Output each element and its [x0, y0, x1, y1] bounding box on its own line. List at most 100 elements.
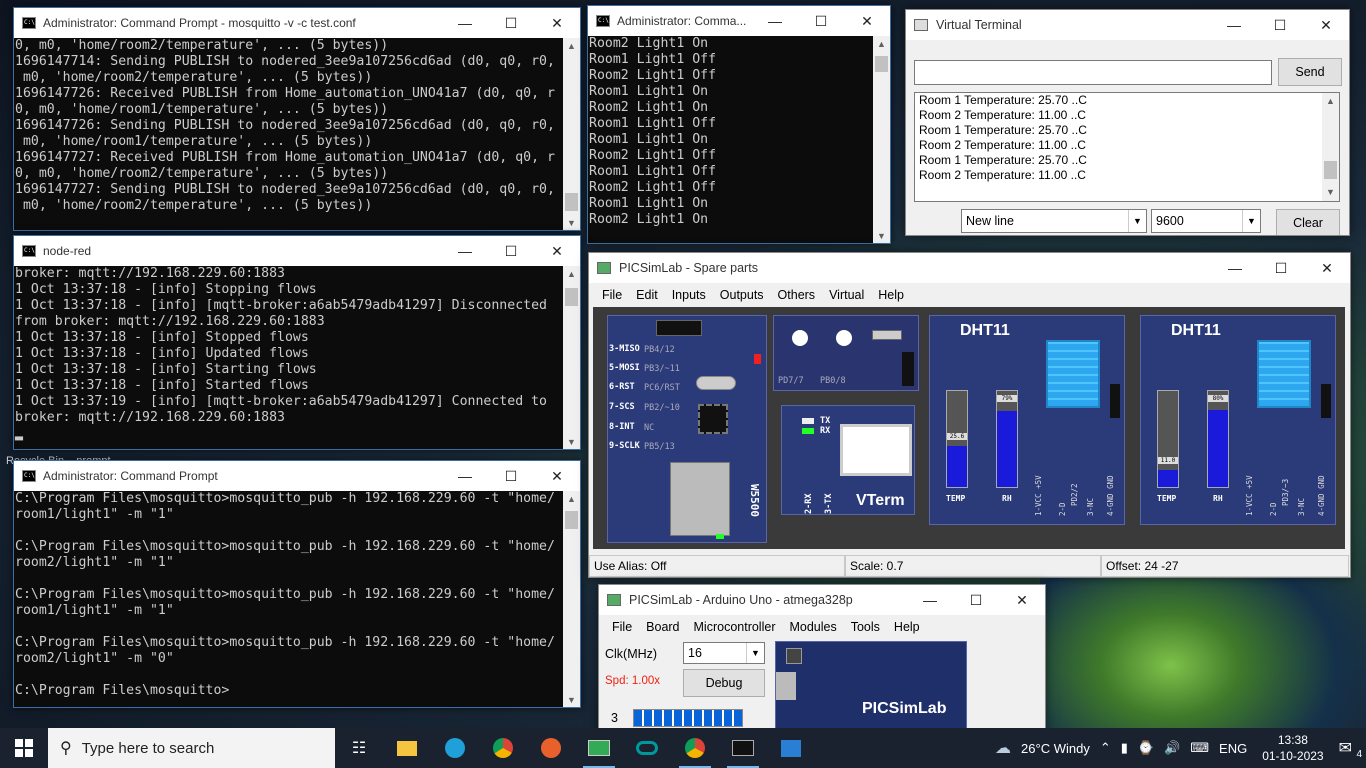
humidity-slider[interactable]: 80% [1207, 390, 1229, 488]
scroll-down-icon[interactable]: ▼ [563, 215, 580, 230]
chevron-down-icon[interactable]: ▼ [1242, 210, 1260, 232]
send-button[interactable]: Send [1278, 58, 1342, 86]
minimize-icon[interactable]: — [442, 461, 488, 491]
close-icon[interactable]: ✕ [534, 236, 580, 266]
scroll-thumb[interactable] [565, 288, 578, 306]
mosquitto-console-window[interactable]: Administrator: Command Prompt - mosquitt… [13, 7, 581, 231]
menu-modules[interactable]: Modules [782, 620, 843, 634]
ime-icon[interactable]: ⌨ [1185, 740, 1214, 756]
maximize-icon[interactable]: ☐ [953, 585, 999, 615]
minimize-icon[interactable]: — [442, 236, 488, 266]
minimize-icon[interactable]: — [442, 8, 488, 38]
vertical-scrollbar[interactable]: ▲ ▼ [873, 36, 890, 243]
vertical-scrollbar[interactable]: ▲ ▼ [1322, 93, 1339, 201]
language-indicator[interactable]: ENG [1214, 741, 1252, 756]
minimize-icon[interactable]: — [752, 6, 798, 36]
arduino-uno-window[interactable]: PICSimLab - Arduino Uno - atmega328p — ☐… [598, 584, 1046, 732]
scroll-up-icon[interactable]: ▲ [563, 491, 580, 508]
edge-icon[interactable] [431, 728, 479, 768]
temperature-slider[interactable]: 25.6 [946, 390, 968, 488]
dht11-sensor-1[interactable]: DHT11 25.6 TEMP 79% RH 1-VCC +5V 2-D PD2… [929, 315, 1125, 525]
minimize-icon[interactable]: — [1211, 10, 1257, 40]
close-icon[interactable]: ✕ [534, 461, 580, 491]
menu-file[interactable]: File [605, 620, 639, 634]
chevron-down-icon[interactable]: ▼ [1128, 210, 1146, 232]
w5500-ethernet-part[interactable]: 3-MISO PB4/12 5-MOSI PB3/~11 6-RST PC6/R… [607, 315, 767, 543]
maximize-icon[interactable]: ☐ [798, 6, 844, 36]
start-button[interactable] [0, 728, 48, 768]
publish-console-window[interactable]: Administrator: Command Prompt — ☐ ✕ C:\P… [13, 460, 581, 708]
file-explorer-icon[interactable] [383, 728, 431, 768]
scroll-down-icon[interactable]: ▼ [563, 692, 580, 707]
weather-text[interactable]: 26°C Windy [1016, 741, 1095, 756]
command-prompt-icon[interactable] [719, 728, 767, 768]
menu-inputs[interactable]: Inputs [665, 288, 713, 302]
maximize-icon[interactable]: ☐ [1258, 253, 1304, 283]
menu-board[interactable]: Board [639, 620, 686, 634]
window-titlebar[interactable]: Administrator: Command Prompt - mosquitt… [14, 8, 580, 38]
maximize-icon[interactable]: ☐ [488, 8, 534, 38]
window-titlebar[interactable]: node-red — ☐ ✕ [14, 236, 580, 266]
clock-select[interactable]: 16 ▼ [683, 642, 765, 664]
menu-file[interactable]: File [595, 288, 629, 302]
node-red-console-window[interactable]: node-red — ☐ ✕ broker: mqtt://192.168.22… [13, 235, 581, 450]
scroll-up-icon[interactable]: ▲ [563, 38, 580, 55]
photos-icon[interactable] [767, 728, 815, 768]
scroll-thumb[interactable] [565, 511, 578, 529]
scroll-down-icon[interactable]: ▼ [873, 228, 890, 243]
baud-rate-select[interactable]: 9600 ▼ [1151, 209, 1261, 233]
close-icon[interactable]: ✕ [844, 6, 890, 36]
scroll-up-icon[interactable]: ▲ [873, 36, 890, 53]
maximize-icon[interactable]: ☐ [1257, 10, 1303, 40]
minimize-icon[interactable]: — [1212, 253, 1258, 283]
menu-microcontroller[interactable]: Microcontroller [687, 620, 783, 634]
reset-button[interactable] [786, 648, 802, 664]
vertical-scrollbar[interactable]: ▲ ▼ [563, 491, 580, 707]
close-icon[interactable]: ✕ [999, 585, 1045, 615]
taskbar-search[interactable]: ⚲ Type here to search [48, 728, 335, 768]
scroll-up-icon[interactable]: ▲ [1322, 93, 1339, 110]
menu-others[interactable]: Others [771, 288, 823, 302]
close-icon[interactable]: ✕ [1304, 253, 1350, 283]
close-icon[interactable]: ✕ [1303, 10, 1349, 40]
vertical-scrollbar[interactable]: ▲ ▼ [563, 266, 580, 449]
scroll-up-icon[interactable]: ▲ [563, 266, 580, 283]
led-button-part[interactable]: PD7/7 PB0/8 [773, 315, 919, 391]
temperature-slider[interactable]: 11.0 [1157, 390, 1179, 488]
arduino-board[interactable]: PICSimLab [775, 641, 967, 731]
maximize-icon[interactable]: ☐ [488, 236, 534, 266]
vterm-part[interactable]: TX RX VTerm 2-RX 3-TX [781, 405, 915, 515]
menu-virtual[interactable]: Virtual [822, 288, 871, 302]
weather-icon[interactable]: ☁ [990, 738, 1016, 758]
picsimlab-taskbar-icon[interactable] [575, 728, 623, 768]
menu-help[interactable]: Help [887, 620, 927, 634]
scroll-thumb[interactable] [875, 56, 888, 72]
chrome-window-icon[interactable] [671, 728, 719, 768]
virtual-terminal-window[interactable]: Virtual Terminal — ☐ ✕ Send Room 1 Tempe… [905, 9, 1350, 236]
dht11-sensor-2[interactable]: DHT11 11.0 TEMP 80% RH 1-VCC +5V 2-D PD3… [1140, 315, 1336, 525]
led-2[interactable] [836, 330, 852, 346]
window-titlebar[interactable]: Administrator: Command Prompt — ☐ ✕ [14, 461, 580, 491]
maximize-icon[interactable]: ☐ [488, 461, 534, 491]
humidity-slider[interactable]: 79% [996, 390, 1018, 488]
task-view-icon[interactable]: ☷ [335, 728, 383, 768]
chrome-icon[interactable] [479, 728, 527, 768]
wifi-icon[interactable]: ⌚ [1133, 740, 1159, 756]
chevron-up-icon[interactable]: ⌃ [1095, 740, 1116, 756]
app-icon[interactable] [527, 728, 575, 768]
volume-icon[interactable]: 🔊 [1159, 740, 1185, 756]
notification-icon[interactable]: ✉ 4 [1334, 738, 1366, 760]
clock[interactable]: 13:38 01-10-2023 [1252, 732, 1333, 764]
window-titlebar[interactable]: Virtual Terminal — ☐ ✕ [906, 10, 1349, 40]
scroll-down-icon[interactable]: ▼ [1322, 184, 1339, 201]
close-icon[interactable]: ✕ [534, 8, 580, 38]
line-ending-select[interactable]: New line ▼ [961, 209, 1147, 233]
scroll-down-icon[interactable]: ▼ [563, 434, 580, 449]
push-button[interactable] [872, 330, 902, 340]
minimize-icon[interactable]: — [907, 585, 953, 615]
debug-button[interactable]: Debug [683, 669, 765, 697]
spare-parts-window[interactable]: PICSimLab - Spare parts — ☐ ✕ File Edit … [588, 252, 1351, 578]
menu-help[interactable]: Help [871, 288, 911, 302]
lights-console-window[interactable]: Administrator: Comma... — ☐ ✕ Room2 Ligh… [587, 5, 891, 244]
arduino-ide-icon[interactable] [623, 728, 671, 768]
